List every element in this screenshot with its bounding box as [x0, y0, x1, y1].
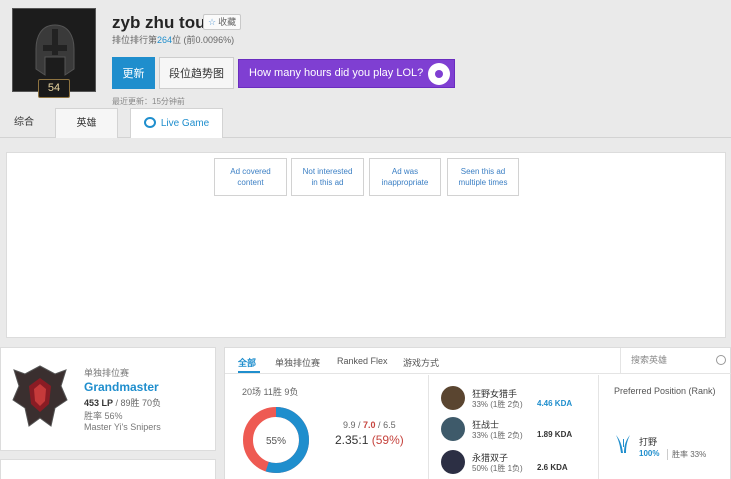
update-button[interactable]: 更新: [112, 57, 155, 89]
champion-search-input[interactable]: 搜索英雄: [620, 348, 731, 374]
tab-champions[interactable]: 英雄: [55, 108, 118, 138]
preferred-position: Preferred Position (Rank) 打野 100% 胜率 33%: [598, 375, 731, 479]
champion-row[interactable]: 狂野女猎手 33% (1胜 2负) 4.46 KDA: [441, 386, 596, 414]
favorite-label: 收藏: [218, 17, 237, 27]
ranked-winrate: 胜率 56%: [84, 411, 123, 421]
kda-ratio: 2.35:1 (59%): [335, 433, 404, 447]
kill-participation: (59%): [371, 433, 404, 447]
profile-header: 54 zyb zhu tou ☆ 收藏 排位排行第264位 (前0.0096%) …: [0, 0, 731, 108]
ranked-card: 单独排位赛 Grandmaster 453 LP / 89胜 70负 胜率 56…: [0, 347, 216, 451]
position-title: Preferred Position (Rank): [614, 386, 716, 396]
tier-name: Grandmaster: [84, 380, 159, 394]
avg-kda: 9.9 / 7.0 / 6.5: [343, 420, 396, 430]
stats-tab-solo[interactable]: 单独排位赛: [275, 356, 320, 369]
star-icon: ☆: [208, 17, 217, 27]
champion-row[interactable]: 永猎双子 50% (1胜 1负) 2.6 KDA: [441, 450, 596, 478]
last-updated: 最近更新：15分钟前: [112, 97, 185, 106]
summary-column: 20场 11胜 9负 55% 9.9 / 7.0 / 6.5 2.35:1 (5…: [225, 375, 428, 479]
search-icon: [716, 355, 726, 365]
ladder-rank: 排位排行第264位 (前0.0096%): [112, 35, 235, 45]
lp-record: 453 LP / 89胜 70负: [84, 396, 161, 409]
tier-graph-button[interactable]: 段位趋势图: [159, 57, 234, 89]
position-share: 100%: [639, 449, 660, 458]
tab-summary[interactable]: 综合: [0, 108, 48, 138]
grandmaster-emblem-icon: [12, 365, 68, 427]
stats-tab-flex[interactable]: Ranked Flex: [337, 356, 388, 366]
favorite-button[interactable]: ☆ 收藏: [203, 14, 242, 30]
win-loss-record: / 89胜 70负: [113, 398, 162, 408]
position-winrate: 胜率 33%: [667, 449, 706, 460]
position-name: 打野: [639, 437, 658, 447]
champion-portrait: [441, 386, 465, 410]
ad-area: Ad covered content Not interested in this …: [6, 152, 726, 338]
ad-feedback-not-interested[interactable]: Not interested in this ad: [291, 158, 364, 196]
main-tabs: 综合 英雄 Live Game: [0, 108, 731, 138]
flex-ranked-card: [0, 459, 216, 479]
jungle-icon: [616, 435, 630, 453]
winrate-donut: 55%: [243, 407, 309, 473]
champion-row[interactable]: 狂战士 33% (1胜 2负) 1.89 KDA: [441, 417, 596, 445]
champion-portrait: [441, 417, 465, 441]
champion-list: 狂野女猎手 33% (1胜 2负) 4.46 KDA 狂战士 33% (1胜 2…: [428, 375, 598, 479]
ad-feedback-inappropriate[interactable]: Ad was inappropriate: [369, 158, 441, 196]
ladder-rank-number: 264: [157, 35, 173, 45]
champion-portrait: [441, 450, 465, 474]
active-tab-underline: [238, 371, 260, 373]
tab-live-game[interactable]: Live Game: [130, 108, 223, 138]
stats-tabs: 全部 单独排位赛 Ranked Flex 游戏方式 搜索英雄: [225, 348, 731, 374]
ad-feedback-multiple[interactable]: Seen this ad multiple times: [447, 158, 519, 196]
level-badge: 54: [38, 79, 70, 98]
ad-banner-text: How many hours did you play LOL?: [249, 67, 424, 79]
summoner-name: zyb zhu tou: [112, 13, 206, 32]
games-summary: 20场 11胜 9负: [242, 387, 299, 397]
queue-name: 单独排位赛: [84, 368, 130, 378]
live-search-icon: [143, 117, 156, 128]
recent-stats-panel: 全部 单独排位赛 Ranked Flex 游戏方式 搜索英雄 20场 11胜 9…: [224, 347, 731, 479]
league-points: 453 LP: [84, 398, 114, 408]
stats-tab-all[interactable]: 全部: [238, 356, 256, 369]
donut-label: 55%: [266, 436, 286, 447]
stats-tab-mode[interactable]: 游戏方式: [403, 356, 439, 369]
ad-banner[interactable]: How many hours did you play LOL?: [238, 59, 455, 88]
poro-icon: [428, 63, 450, 85]
ad-feedback-covered[interactable]: Ad covered content: [214, 158, 287, 196]
league-name: Master Yi's Snipers: [84, 422, 161, 432]
helmet-icon: [35, 24, 75, 76]
